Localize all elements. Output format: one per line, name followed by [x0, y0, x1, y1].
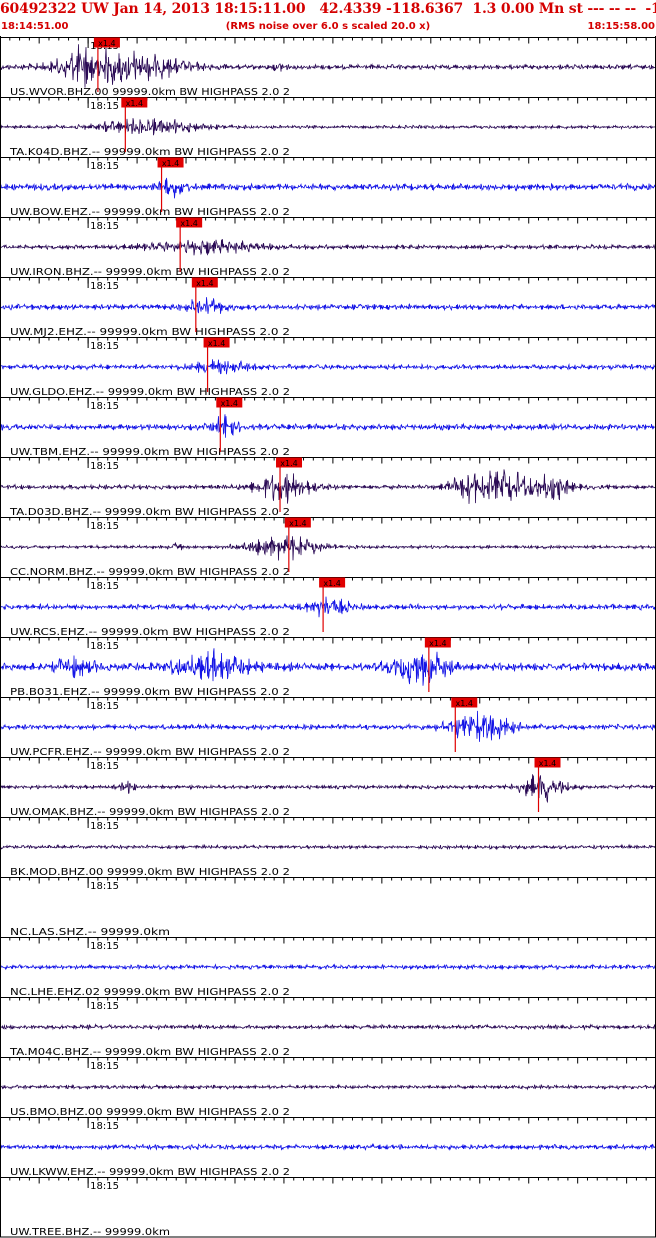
minute-label: 18:15 — [90, 881, 119, 892]
trace-channel: 18:15 UW.IRON.BHZ.-- 99999.0km BW HIGHPAS… — [0, 217, 656, 278]
trace-channel: 18:15 US.BMO.BHZ.00 99999.0km BW HIGHPASS… — [0, 1057, 656, 1118]
waveform — [0, 843, 656, 851]
waveform — [0, 177, 656, 199]
channel-label: PB.B031.EHZ.-- 99999.0km BW HIGHPASS 2.0… — [10, 687, 290, 698]
minute-label: 18:15 — [90, 701, 119, 712]
channel-label: TA.D03D.BHZ.-- 99999.0km BW HIGHPASS 2.0… — [9, 507, 290, 518]
trace-channel: 18:15 UW.OMAK.BHZ.-- 99999.0km BW HIGHPAS… — [0, 757, 656, 818]
minute-label: 18:15 — [90, 581, 119, 592]
trace-channel: 18:15 TA.M04C.BHZ.-- 99999.0km BW HIGHPAS… — [0, 997, 656, 1058]
minute-label: 18:15 — [90, 1061, 119, 1072]
pick-label: x1.4 — [539, 759, 556, 768]
minute-label: 18:15 — [90, 101, 119, 112]
end-time: 18:15:58.00 — [587, 21, 655, 32]
channel-label: UW.TREE.BHZ.-- 99999.0km — [10, 1227, 170, 1238]
waveform — [0, 297, 656, 314]
trace-channel: 18:15 PB.B031.EHZ.-- 99999.0km BW HIGHPAS… — [0, 637, 656, 698]
minute-label: 18:15 — [90, 461, 119, 472]
event-title: 60492322 UW Jan 14, 2013 18:15:11.00 42.… — [0, 1, 656, 17]
channel-label: UW.GLDO.EHZ.-- 99999.0km BW HIGHPASS 2.0… — [10, 387, 290, 398]
minute-label: 18:15 — [90, 341, 119, 352]
waveform — [0, 535, 656, 561]
channel-label: NC.LAS.SHZ.-- 99999.0km — [10, 927, 170, 938]
channel-label: US.WVOR.BHZ.00 99999.0km BW HIGHPASS 2.0… — [10, 87, 290, 98]
record-header: 60492322 UW Jan 14, 2013 18:15:11.00 42.… — [0, 0, 656, 36]
channel-label: UW.OMAK.BHZ.-- 99999.0km BW HIGHPASS 2.0… — [10, 807, 290, 818]
channel-label: UW.BOW.EHZ.-- 99999.0km BW HIGHPASS 2.0 … — [10, 207, 290, 218]
channel-label: BK.MOD.BHZ.00 99999.0km BW HIGHPASS 2.0 … — [10, 867, 290, 878]
waveform — [0, 1083, 656, 1091]
pick-label: x1.4 — [196, 279, 213, 288]
pick-label: x1.4 — [456, 699, 473, 708]
minute-label: 18:15 — [90, 401, 119, 412]
trace-channel: 18:15 CC.NORM.BHZ.-- 99999.0km BW HIGHPAS… — [0, 517, 656, 578]
waveform — [0, 239, 656, 256]
minute-label: 18:15 — [90, 821, 119, 832]
waveform — [0, 963, 656, 971]
pick-label: x1.4 — [98, 39, 115, 48]
channel-label: UW.MJ2.EHZ.-- 99999.0km BW HIGHPASS 2.0 … — [10, 327, 290, 338]
seismogram-panel: 18:15 US.WVOR.BHZ.00 99999.0km BW HIGHPAS… — [0, 36, 656, 1238]
waveform — [0, 359, 656, 375]
minute-label: 18:15 — [90, 1181, 119, 1192]
channel-label: UW.LKWW.EHZ.-- 99999.0km BW HIGHPASS 2.0… — [10, 1167, 290, 1178]
minute-label: 18:15 — [90, 281, 119, 292]
pick-label: x1.4 — [280, 459, 297, 468]
minute-label: 18:15 — [90, 161, 119, 172]
channel-label: UW.IRON.BHZ.-- 99999.0km BW HIGHPASS 2.0… — [10, 267, 290, 278]
waveform — [0, 710, 656, 742]
trace-channel: 18:15 UW.PCFR.EHZ.-- 99999.0km BW HIGHPAS… — [0, 697, 656, 758]
channel-label: NC.LHE.EHZ.02 99999.0km BW HIGHPASS 2.0 … — [10, 987, 290, 998]
minute-label: 18:15 — [90, 761, 119, 772]
trace-channel: 18:15US.WVOR.BHZ.00 99999.0km BW HIGHPAS… — [0, 37, 656, 98]
waveform — [0, 596, 656, 618]
pick-label: x1.4 — [208, 339, 225, 348]
trace-channel: 18:15 NC.LAS.SHZ.-- 99999.0km — [0, 877, 656, 938]
pick-label: x1.4 — [429, 639, 446, 648]
waveform — [0, 118, 656, 136]
channel-label: UW.TBM.EHZ.-- 99999.0km BW HIGHPASS 2.0 … — [10, 447, 290, 458]
header-subline: 18:14:51.00 (RMS noise over 6.0 s scaled… — [0, 21, 656, 35]
minute-label: 18:15 — [90, 1001, 119, 1012]
pick-label: x1.4 — [126, 99, 143, 108]
minute-label: 18:15 — [90, 521, 119, 532]
trace-channel: 18:15 TA.D03D.BHZ.-- 99999.0km BW HIGHPAS… — [0, 457, 656, 518]
waveform — [0, 774, 656, 804]
channel-label: UW.PCFR.EHZ.-- 99999.0km BW HIGHPASS 2.0… — [10, 747, 290, 758]
pick-label: x1.4 — [221, 399, 238, 408]
minute-label: 18:15 — [90, 1121, 119, 1132]
rms-noise-note: (RMS noise over 6.0 s scaled 20.0 x) — [225, 21, 431, 32]
trace-channel: 18:15 TA.K04D.BHZ.-- 99999.0km BW HIGHPAS… — [0, 97, 656, 158]
trace-channel: 18:15 UW.RCS.EHZ.-- 99999.0km BW HIGHPASS… — [0, 577, 656, 638]
trace-channel: 18:15 UW.TBM.EHZ.-- 99999.0km BW HIGHPASS… — [0, 397, 656, 458]
channel-label: UW.RCS.EHZ.-- 99999.0km BW HIGHPASS 2.0 … — [10, 627, 290, 638]
waveform — [0, 469, 656, 504]
pick-label: x1.4 — [289, 519, 306, 528]
trace-channel: 18:15 UW.TREE.BHZ.-- 99999.0km — [0, 1177, 656, 1238]
trace-channel: 18:15 NC.LHE.EHZ.02 99999.0km BW HIGHPASS… — [0, 937, 656, 998]
channel-label: US.BMO.BHZ.00 99999.0km BW HIGHPASS 2.0 … — [10, 1107, 290, 1118]
minute-label: 18:15 — [90, 941, 119, 952]
pick-label: x1.4 — [323, 579, 340, 588]
channel-label: TA.K04D.BHZ.-- 99999.0km BW HIGHPASS 2.0… — [9, 147, 290, 158]
trace-channel: 18:15 UW.GLDO.EHZ.-- 99999.0km BW HIGHPAS… — [0, 337, 656, 398]
trace-channel: 18:15 BK.MOD.BHZ.00 99999.0km BW HIGHPASS… — [0, 817, 656, 878]
channel-label: TA.M04C.BHZ.-- 99999.0km BW HIGHPASS 2.0… — [9, 1047, 290, 1058]
waveform — [0, 1143, 656, 1151]
waveform — [0, 648, 656, 686]
pick-label: x1.4 — [162, 159, 179, 168]
waveform — [0, 414, 656, 438]
minute-label: 18:15 — [90, 221, 119, 232]
pick-label: x1.4 — [180, 219, 197, 228]
waveform — [0, 1023, 656, 1031]
trace-channel: 18:15 UW.MJ2.EHZ.-- 99999.0km BW HIGHPASS… — [0, 277, 656, 338]
channel-label: CC.NORM.BHZ.-- 99999.0km BW HIGHPASS 2.0… — [10, 567, 290, 578]
trace-channel: 18:15 UW.LKWW.EHZ.-- 99999.0km BW HIGHPAS… — [0, 1117, 656, 1178]
minute-label: 18:15 — [90, 641, 119, 652]
trace-channel: 18:15 UW.BOW.EHZ.-- 99999.0km BW HIGHPASS… — [0, 157, 656, 218]
